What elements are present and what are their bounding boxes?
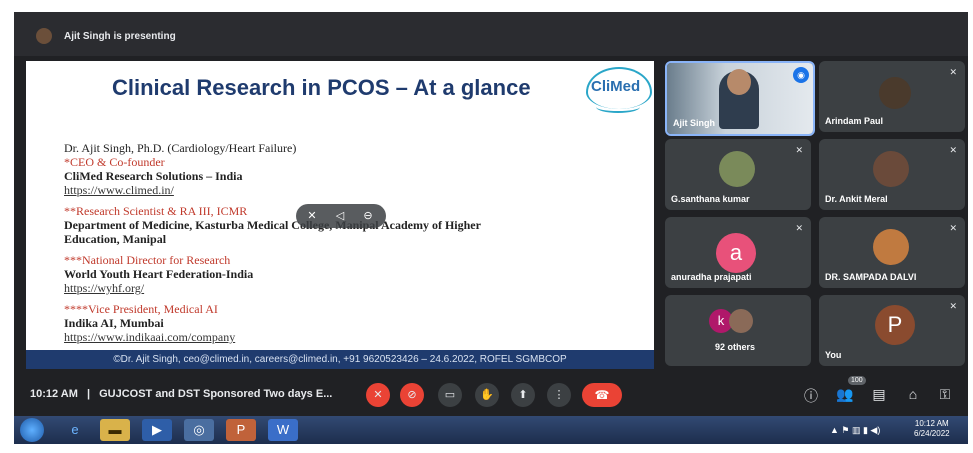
mic-off-icon[interactable]: ✕: [304, 208, 320, 224]
people-icon[interactable]: 👥: [836, 386, 854, 403]
internet-explorer-icon[interactable]: e: [60, 419, 90, 441]
others-count: 92 others: [715, 342, 756, 352]
slide-footer: ©Dr. Ajit Singh, ceo@climed.in, careers@…: [26, 350, 654, 369]
windows-start-icon[interactable]: [20, 418, 44, 442]
slide-title: Clinical Research in PCOS – At a glance: [112, 75, 531, 100]
presentation-controls: ✕ ◁ ⊖: [296, 204, 386, 228]
presenter-bar: Ajit Singh is presenting: [14, 12, 968, 56]
slide-line: Dr. Ajit Singh, Ph.D. (Cardiology/Heart …: [64, 141, 297, 155]
mic-off-icon: ✕: [949, 145, 957, 155]
system-tray-icons[interactable]: ▲ ⚑ ▥ ▮ ◀): [830, 425, 880, 436]
info-icon[interactable]: ⓘ: [802, 386, 820, 406]
others-tile[interactable]: k 92 others: [665, 295, 811, 366]
slide-line: World Youth Heart Federation-India: [64, 267, 254, 281]
presenter-label: Ajit Singh is presenting: [64, 31, 176, 42]
climed-logo-text: CliMed: [591, 78, 641, 95]
file-explorer-icon[interactable]: ▬: [100, 419, 130, 441]
slide-link[interactable]: https://www.indikaai.com/company: [64, 330, 235, 345]
camera-toggle-button[interactable]: ⊘: [400, 383, 424, 407]
slide-line: *CEO & Co-founder: [64, 155, 165, 169]
os-taskbar: e ▬ ▶ ◎ P W ▲ ⚑ ▥ ▮ ◀) 10:12 AM 6/24/202…: [14, 416, 968, 444]
participant-count-badge: 100: [848, 376, 866, 385]
participant-tile[interactable]: ✕ DR. SAMPADA DALVI: [819, 217, 965, 288]
participant-name: G.santhana kumar: [671, 194, 750, 204]
slide-line: ***National Director for Research: [64, 253, 231, 267]
slide-line: ****Vice President, Medical AI: [64, 302, 218, 316]
slide-line: CliMed Research Solutions – India: [64, 169, 243, 183]
slide-line: Education, Manipal: [64, 232, 167, 246]
present-button[interactable]: ⬆: [511, 383, 535, 407]
more-options-button[interactable]: ⋮: [547, 383, 571, 407]
meeting-time: 10:12 AM: [30, 388, 78, 400]
mic-off-icon: ✕: [949, 223, 957, 233]
self-tile[interactable]: ✕ P You: [819, 295, 965, 366]
participant-tile[interactable]: ✕ G.santhana kumar: [665, 139, 811, 210]
meeting-title: GUJCOST and DST Sponsored Two days E...: [99, 388, 333, 400]
participant-tile[interactable]: ✕ a anuradha prajapati: [665, 217, 811, 288]
participant-tile[interactable]: ◉ Ajit Singh: [665, 61, 815, 136]
chat-icon[interactable]: ▤: [870, 386, 888, 403]
speaking-icon: ◉: [793, 67, 809, 83]
presenter-avatar: [36, 28, 52, 44]
person-face: [727, 69, 751, 95]
mic-off-icon: ✕: [795, 223, 803, 233]
slide-line: Department of Medicine, Kasturba Medical…: [64, 218, 481, 232]
activities-icon[interactable]: ⌂: [904, 386, 922, 402]
slide-link[interactable]: https://wyhf.org/: [64, 281, 144, 296]
raise-hand-button[interactable]: ✋: [475, 383, 499, 407]
avatar: [873, 229, 909, 265]
mic-off-icon: ✕: [949, 301, 957, 311]
mic-toggle-button[interactable]: ✕: [366, 383, 390, 407]
captions-button[interactable]: ▭: [438, 383, 462, 407]
participant-tile[interactable]: ✕ Arindam Paul: [819, 61, 965, 132]
separator: |: [86, 388, 91, 400]
word-icon[interactable]: W: [268, 419, 298, 441]
participant-name: DR. SAMPADA DALVI: [825, 272, 917, 282]
avatar: a: [716, 233, 756, 273]
participant-name: anuradha prajapati: [671, 272, 752, 282]
meet-window: Ajit Singh is presenting Clinical Resear…: [14, 12, 968, 444]
avatar: [879, 77, 911, 109]
avatar: P: [875, 305, 915, 345]
clock-time: 10:12 AM: [914, 419, 949, 428]
participant-name: Dr. Ankit Meral: [825, 194, 888, 204]
participant-name: Arindam Paul: [825, 116, 884, 126]
participant-name: You: [825, 350, 842, 360]
participant-tile[interactable]: ✕ Dr. Ankit Meral: [819, 139, 965, 210]
powerpoint-icon[interactable]: P: [226, 419, 256, 441]
host-controls-icon[interactable]: ⚿: [936, 386, 954, 403]
stop-present-icon[interactable]: ⊖: [360, 208, 376, 224]
avatar: [729, 309, 753, 333]
chrome-icon[interactable]: ◎: [184, 419, 214, 441]
meeting-control-bar: 10:12 AM | GUJCOST and DST Sponsored Two…: [14, 374, 968, 414]
avatar: [719, 151, 755, 187]
taskbar-clock[interactable]: 10:12 AM 6/24/2022: [914, 419, 950, 439]
mic-off-icon: ✕: [795, 145, 803, 155]
participant-name: Ajit Singh: [673, 118, 715, 128]
media-player-icon[interactable]: ▶: [142, 419, 172, 441]
leave-call-button[interactable]: ☎: [582, 383, 622, 407]
meeting-info: 10:12 AM | GUJCOST and DST Sponsored Two…: [30, 388, 332, 400]
clock-date: 6/24/2022: [914, 429, 950, 438]
mic-off-icon: ✕: [949, 67, 957, 77]
slide-link[interactable]: https://www.climed.in/: [64, 183, 174, 198]
volume-icon[interactable]: ◁: [332, 208, 348, 224]
avatar: [873, 151, 909, 187]
slide-line: **Research Scientist & RA III, ICMR: [64, 204, 248, 218]
slide-line: Indika AI, Mumbai: [64, 316, 164, 330]
logo-swoosh: [596, 101, 640, 113]
